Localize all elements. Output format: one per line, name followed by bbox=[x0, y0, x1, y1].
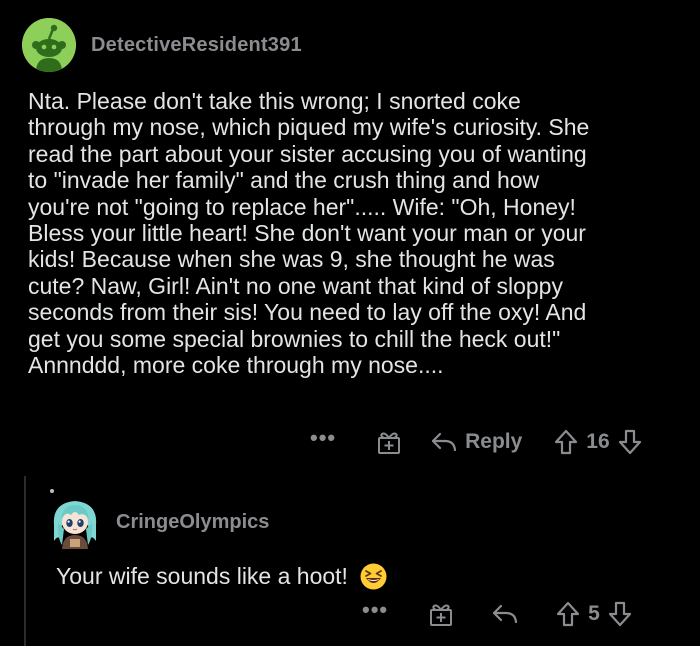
more-options-button[interactable]: ••• bbox=[310, 427, 336, 449]
reply-arrow-icon bbox=[432, 432, 457, 452]
reply-arrow-icon[interactable] bbox=[492, 603, 518, 625]
comment-line: to "invade her family" and the crush thi… bbox=[28, 167, 540, 194]
reply-action-bar: ••• 5 bbox=[362, 596, 632, 632]
comment-header: DetectiveResident391 bbox=[22, 16, 302, 74]
reply-header: CringeOlympics bbox=[48, 495, 269, 549]
comment-action-bar: ••• Reply 16 bbox=[310, 424, 642, 460]
comment-line: seconds from their sis! You need to lay … bbox=[28, 299, 587, 326]
comment-line: kids! Because when she was 9, she though… bbox=[28, 246, 555, 273]
comment-line: Bless your little heart! She don't want … bbox=[28, 220, 586, 247]
comment-line: cute? Naw, Girl! Ain't no one want that … bbox=[28, 272, 563, 299]
downvote-icon[interactable] bbox=[608, 601, 632, 627]
comment-line: read the part about your sister accusing… bbox=[28, 140, 587, 167]
reply-text: Your wife sounds like a hoot! bbox=[56, 563, 348, 589]
reply-label: Reply bbox=[465, 430, 523, 453]
upvote-icon[interactable] bbox=[556, 601, 580, 627]
more-options-button[interactable]: ••• bbox=[362, 599, 388, 621]
award-icon[interactable] bbox=[428, 601, 454, 627]
vote-count: 16 bbox=[586, 430, 610, 453]
snoo-avatar-icon[interactable] bbox=[22, 18, 76, 72]
anime-girl-avatar-icon[interactable] bbox=[48, 495, 102, 549]
vote-count: 5 bbox=[588, 602, 600, 625]
reply-username[interactable]: CringeOlympics bbox=[116, 511, 269, 534]
comment-line: Annnddd, more coke through my nose.... bbox=[28, 352, 444, 379]
downvote-icon[interactable] bbox=[618, 429, 642, 455]
award-icon[interactable] bbox=[376, 429, 402, 455]
laughing-face-emoji-icon bbox=[360, 563, 387, 590]
comment-username[interactable]: DetectiveResident391 bbox=[91, 34, 302, 57]
thread-collapse-dot bbox=[50, 489, 54, 493]
reply-body: Your wife sounds like a hoot! bbox=[56, 562, 387, 590]
comment-body: Nta. Please don't take this wrong; I sno… bbox=[28, 88, 678, 378]
reply-button[interactable]: Reply bbox=[431, 430, 522, 454]
comment-line: get you some special brownies to chill t… bbox=[28, 325, 561, 352]
comment-thread: DetectiveResident391 Nta. Please don't t… bbox=[0, 0, 700, 646]
comment-line: through my nose, which piqued my wife's … bbox=[28, 114, 590, 141]
comment-line: you're not "going to replace her"..... W… bbox=[28, 193, 576, 220]
comment-line: Nta. Please don't take this wrong; I sno… bbox=[28, 88, 521, 114]
thread-line[interactable] bbox=[24, 476, 26, 646]
upvote-icon[interactable] bbox=[554, 429, 578, 455]
